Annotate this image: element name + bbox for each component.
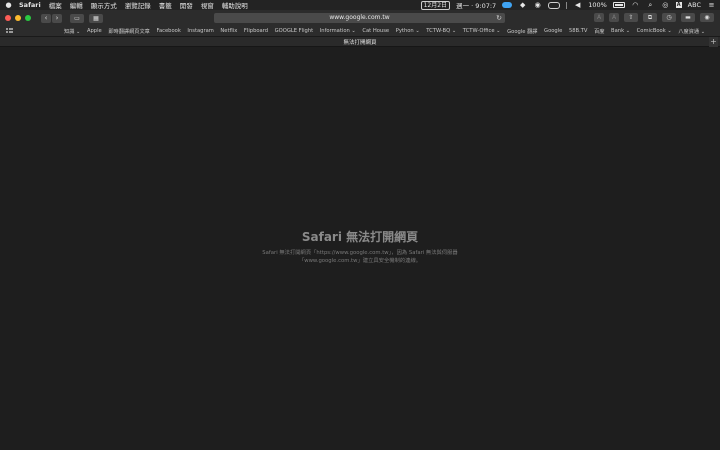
forward-button[interactable]: › <box>52 13 62 23</box>
error-message-line: Safari 無法打開網頁「https://www.google.com.tw」… <box>262 250 458 256</box>
control-center-icon[interactable]: ≡ <box>707 1 716 9</box>
dropbox-icon[interactable]: ◆ <box>518 1 527 9</box>
tab-overview-button[interactable]: ▦ <box>89 13 103 23</box>
history-button[interactable]: ◷ <box>662 13 676 22</box>
menu-history[interactable]: 瀏覽記錄 <box>125 0 151 10</box>
bookmark-item[interactable]: Instagram <box>187 28 213 34</box>
user-icon[interactable]: ◎ <box>661 1 670 9</box>
display-icon[interactable] <box>548 1 561 9</box>
page-content: Safari 無法打開網頁 Safari 無法打開網頁「https://www.… <box>0 47 720 450</box>
bookmark-item[interactable]: Google <box>544 28 562 34</box>
menu-develop[interactable]: 開發 <box>180 0 193 10</box>
bookmark-item[interactable]: TCTW-BQ ⌄ <box>426 28 456 34</box>
status-area: 12月2日 週一 · 9:07:7 ◆ ◉ ◀ 100% ◠ ⌕ ◎ A ABC… <box>420 0 716 10</box>
bookmark-item[interactable]: Information ⌄ <box>320 28 356 34</box>
close-window-button[interactable] <box>5 15 11 21</box>
window-controls <box>5 15 31 21</box>
menu-safari[interactable]: Safari <box>19 1 41 9</box>
safari-toolbar: ‹ › ▭ ▦ www.google.com.tw ↻ A A ⇧ ⧉ ◷ ▬ … <box>0 10 720 26</box>
bookmark-item[interactable]: Apple <box>87 28 102 34</box>
error-message-line: 「www.google.com.tw」建立具安全機制的連線。 <box>298 258 422 264</box>
bookmark-item[interactable]: Google 翻譯 <box>507 28 537 35</box>
bookmark-item[interactable]: 百度 <box>594 28 604 35</box>
bookmark-item[interactable]: Netflix <box>220 28 237 34</box>
menu-edit[interactable]: 編輯 <box>70 0 83 10</box>
menu-window[interactable]: 視窗 <box>201 0 214 10</box>
show-all-bookmarks-icon[interactable] <box>6 28 14 34</box>
bookmark-item[interactable]: Cat House <box>362 28 389 34</box>
bookmark-item[interactable]: 知識 ⌄ <box>64 28 80 35</box>
bookmark-item[interactable]: 即時翻譯網頁文章 <box>108 28 150 35</box>
bookmark-item[interactable]: ComicBook ⌄ <box>637 28 672 34</box>
clock[interactable]: 週一 · 9:07:7 <box>456 0 496 10</box>
menu-view[interactable]: 顯示方式 <box>91 0 117 10</box>
error-title: Safari 無法打開網頁 <box>301 230 419 244</box>
menu-separator <box>566 1 568 9</box>
input-source-icon[interactable]: A <box>675 2 682 8</box>
extension-icon[interactable]: ▬ <box>681 13 695 22</box>
menu-bar: ● Safari 檔案 編輯 顯示方式 瀏覽記錄 書籤 開發 視窗 輔助說明 1… <box>0 0 720 10</box>
nav-buttons: ‹ › <box>41 13 62 23</box>
zoom-window-button[interactable] <box>25 15 31 21</box>
bookmark-item[interactable]: GOOGLE Flight <box>275 28 314 34</box>
volume-icon[interactable]: ◀ <box>573 1 582 9</box>
back-button[interactable]: ‹ <box>41 13 51 23</box>
bookmark-item[interactable]: Bank ⌄ <box>611 28 630 34</box>
new-tab-button[interactable]: + <box>709 37 718 47</box>
reader-large-text-icon[interactable]: A <box>609 13 619 22</box>
reload-button[interactable]: ↻ <box>496 13 502 23</box>
bookmark-item[interactable]: 八度資通 ⌄ <box>678 28 705 35</box>
search-icon[interactable]: ⌕ <box>646 1 655 9</box>
tab-bar: 無法打開網頁 + <box>0 37 720 47</box>
app-status-icon[interactable]: ◉ <box>533 1 542 9</box>
tab-title[interactable]: 無法打開網頁 <box>343 38 376 46</box>
extension-eye-icon[interactable]: ◉ <box>700 13 714 22</box>
address-bar[interactable]: www.google.com.tw ↻ <box>214 13 505 23</box>
toolbar-actions: A A ⇧ ⧉ ◷ ▬ ◉ <box>594 13 714 22</box>
share-button[interactable]: ⇧ <box>624 13 638 22</box>
show-tabs-button[interactable]: ⧉ <box>643 13 657 22</box>
menu-file[interactable]: 檔案 <box>49 0 62 10</box>
sidebar-toggle-button[interactable]: ▭ <box>70 13 84 23</box>
apple-menu-icon[interactable]: ● <box>4 1 13 9</box>
bookmark-item[interactable]: Flipboard <box>244 28 268 34</box>
minimize-window-button[interactable] <box>15 15 21 21</box>
wifi-icon[interactable]: ◠ <box>631 1 640 9</box>
bookmark-item[interactable]: Facebook <box>156 28 180 34</box>
bookmark-item[interactable]: TCTW-Office ⌄ <box>463 28 501 34</box>
bookmark-item[interactable]: Python ⌄ <box>396 28 420 34</box>
battery-icon[interactable] <box>612 2 625 8</box>
address-text: www.google.com.tw <box>329 14 390 21</box>
menu-bookmarks[interactable]: 書籤 <box>159 0 172 10</box>
bookmark-item[interactable]: 58B.TV <box>569 28 588 34</box>
battery-percent[interactable]: 100% <box>588 1 607 9</box>
cloud-icon[interactable] <box>502 2 513 8</box>
reader-small-text-icon[interactable]: A <box>594 13 604 22</box>
input-source-label[interactable]: ABC <box>688 1 701 9</box>
menu-help[interactable]: 輔助說明 <box>222 0 248 10</box>
date-chip[interactable]: 12月2日 <box>420 0 451 10</box>
bookmarks-bar: 知識 ⌄ Apple 即時翻譯網頁文章 Facebook Instagram N… <box>0 26 720 37</box>
